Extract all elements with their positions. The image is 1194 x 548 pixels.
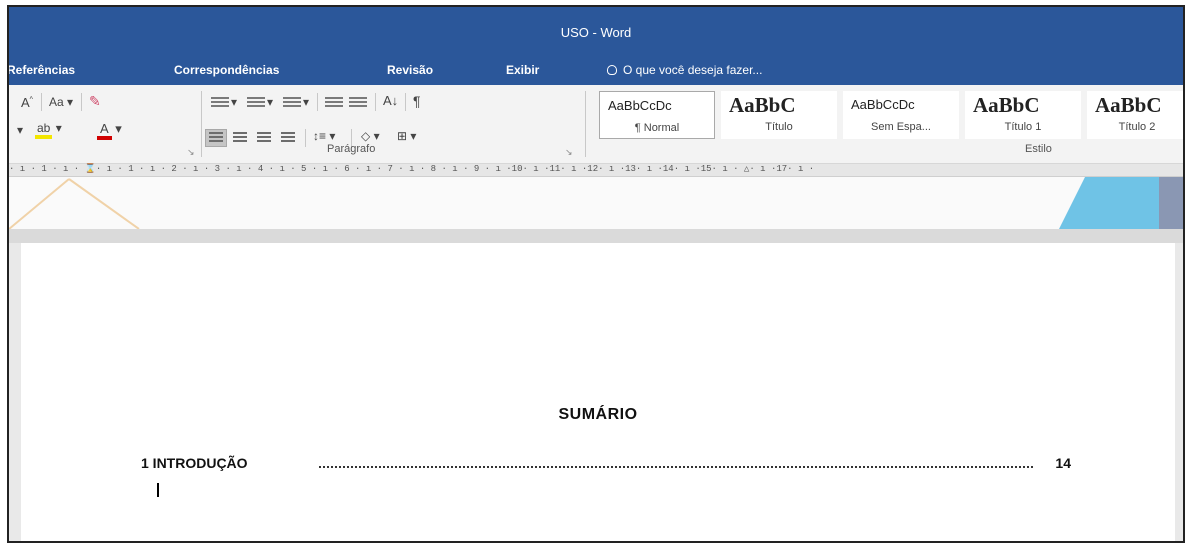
bullets-dropdown-icon[interactable]: ▾ — [231, 95, 237, 109]
toc-leader-dots — [319, 466, 1033, 468]
horizontal-ruler[interactable]: · ı · 1 · ı · ⌛· ı · 1 · ı · 2 · ı · 3 ·… — [9, 164, 1183, 177]
multilevel-dropdown-icon[interactable]: ▾ — [303, 95, 309, 109]
align-center-button[interactable] — [229, 129, 251, 147]
previous-page-bottom — [9, 177, 1183, 229]
justify-button[interactable] — [277, 129, 299, 147]
change-case-button[interactable]: Aa ▾ — [49, 95, 73, 109]
style-name: Título 1 — [1004, 121, 1042, 133]
toc-entry-label: 1 INTRODUÇÃO — [141, 455, 248, 471]
style-titulo-2[interactable]: AaBbC Título 2 — [1087, 91, 1183, 139]
show-formatting-marks-icon[interactable]: ¶ — [413, 93, 421, 109]
tell-me-text: O que você deseja fazer... — [623, 63, 763, 77]
summary-heading: SUMÁRIO — [558, 406, 638, 423]
style-sem-espacamento[interactable]: AaBbCcDc Sem Espa... — [843, 91, 959, 139]
style-sample: AaBbC — [729, 93, 796, 117]
divider — [305, 129, 306, 147]
divider — [41, 93, 42, 111]
numbering-icon[interactable] — [247, 97, 265, 109]
tab-correspondencias[interactable]: Correspondências — [174, 63, 279, 77]
font-color-icon: A — [97, 121, 112, 140]
divider — [405, 93, 406, 111]
style-sample: AaBbC — [1095, 93, 1162, 117]
numbering-dropdown-icon[interactable]: ▾ — [267, 95, 273, 109]
document-canvas: SUMÁRIO 1 INTRODUÇÃO 14 — [9, 177, 1183, 541]
toc-entry-page: 14 — [1055, 455, 1071, 471]
style-sample: AaBbC — [973, 93, 1040, 117]
style-normal[interactable]: AaBbCcDc ¶ Normal — [599, 91, 715, 139]
line-spacing-icon[interactable]: ↕≡ ▾ — [313, 129, 335, 143]
ribbon-tab-row: Referências Correspondências Revisão Exi… — [9, 55, 1183, 85]
tab-referencias[interactable]: Referências — [9, 63, 75, 77]
change-case-label: Aa — [49, 95, 64, 109]
font-dialog-launcher-icon[interactable]: ↘ — [187, 147, 195, 158]
multilevel-list-icon[interactable] — [283, 97, 301, 109]
divider — [317, 93, 318, 111]
borders-icon[interactable]: ⊞ ▾ — [397, 129, 416, 143]
style-titulo[interactable]: AaBbC Título — [721, 91, 837, 139]
lightbulb-icon — [607, 65, 617, 75]
align-left-button[interactable] — [205, 129, 227, 147]
style-sample: AaBbCcDc — [851, 97, 915, 112]
font-color-button[interactable]: A ▾ — [97, 121, 122, 140]
text-cursor — [157, 483, 159, 497]
highlight-color-button[interactable]: ab ▾ — [35, 121, 62, 139]
tab-exibir[interactable]: Exibir — [506, 63, 539, 77]
word-window: USO - Word Referências Correspondências … — [7, 5, 1185, 543]
paragraph-dialog-launcher-icon[interactable]: ↘ — [565, 147, 573, 158]
window-title: USO - Word — [560, 25, 632, 40]
paragraph-group-label: Parágrafo — [327, 143, 376, 155]
toc-entry[interactable]: 1 INTRODUÇÃO 14 — [141, 455, 1071, 471]
sort-icon[interactable]: A↓ — [383, 93, 398, 108]
style-group-label: Estilo — [1025, 143, 1052, 155]
ruler-marks: · ı · 1 · ı · ⌛· ı · 1 · ı · 2 · ı · 3 ·… — [9, 164, 815, 174]
clear-formatting-icon[interactable]: ✎ — [89, 93, 101, 110]
styles-gallery: AaBbCcDc ¶ Normal AaBbC Título AaBbCcDc … — [599, 91, 1183, 139]
divider — [81, 93, 82, 111]
divider — [585, 91, 586, 157]
cover-decoration — [9, 177, 1183, 229]
bullets-icon[interactable] — [211, 97, 229, 109]
divider — [375, 93, 376, 111]
increase-indent-icon[interactable] — [349, 97, 367, 109]
shading-icon[interactable]: ◇ ▾ — [361, 129, 380, 143]
divider — [201, 91, 202, 157]
tell-me-box[interactable]: O que você deseja fazer... — [607, 63, 762, 77]
align-right-button[interactable] — [253, 129, 275, 147]
tab-revisao[interactable]: Revisão — [387, 63, 433, 77]
style-name: ¶ Normal — [634, 122, 680, 134]
style-name: Título — [765, 121, 793, 133]
page-gap — [9, 229, 1183, 243]
highlighter-icon: ab — [35, 121, 53, 139]
title-bar: USO - Word — [9, 7, 1183, 55]
style-titulo-1[interactable]: AaBbC Título 1 — [965, 91, 1081, 139]
style-name: Título 2 — [1118, 121, 1156, 133]
style-name: Sem Espa... — [871, 121, 931, 133]
decrease-indent-icon[interactable] — [325, 97, 343, 109]
font-menu-chevron-icon[interactable]: ▾ — [17, 123, 23, 137]
ribbon: A^ Aa ▾ ✎ ▾ ab ▾ A ▾ ↘ ▾ ▾ ▾ A↓ ¶ ↕≡ ▾ ◇… — [9, 85, 1183, 164]
style-sample: AaBbCcDc — [608, 98, 672, 113]
grow-font-icon[interactable]: A^ — [21, 95, 33, 110]
document-page[interactable]: SUMÁRIO 1 INTRODUÇÃO 14 — [21, 243, 1175, 541]
